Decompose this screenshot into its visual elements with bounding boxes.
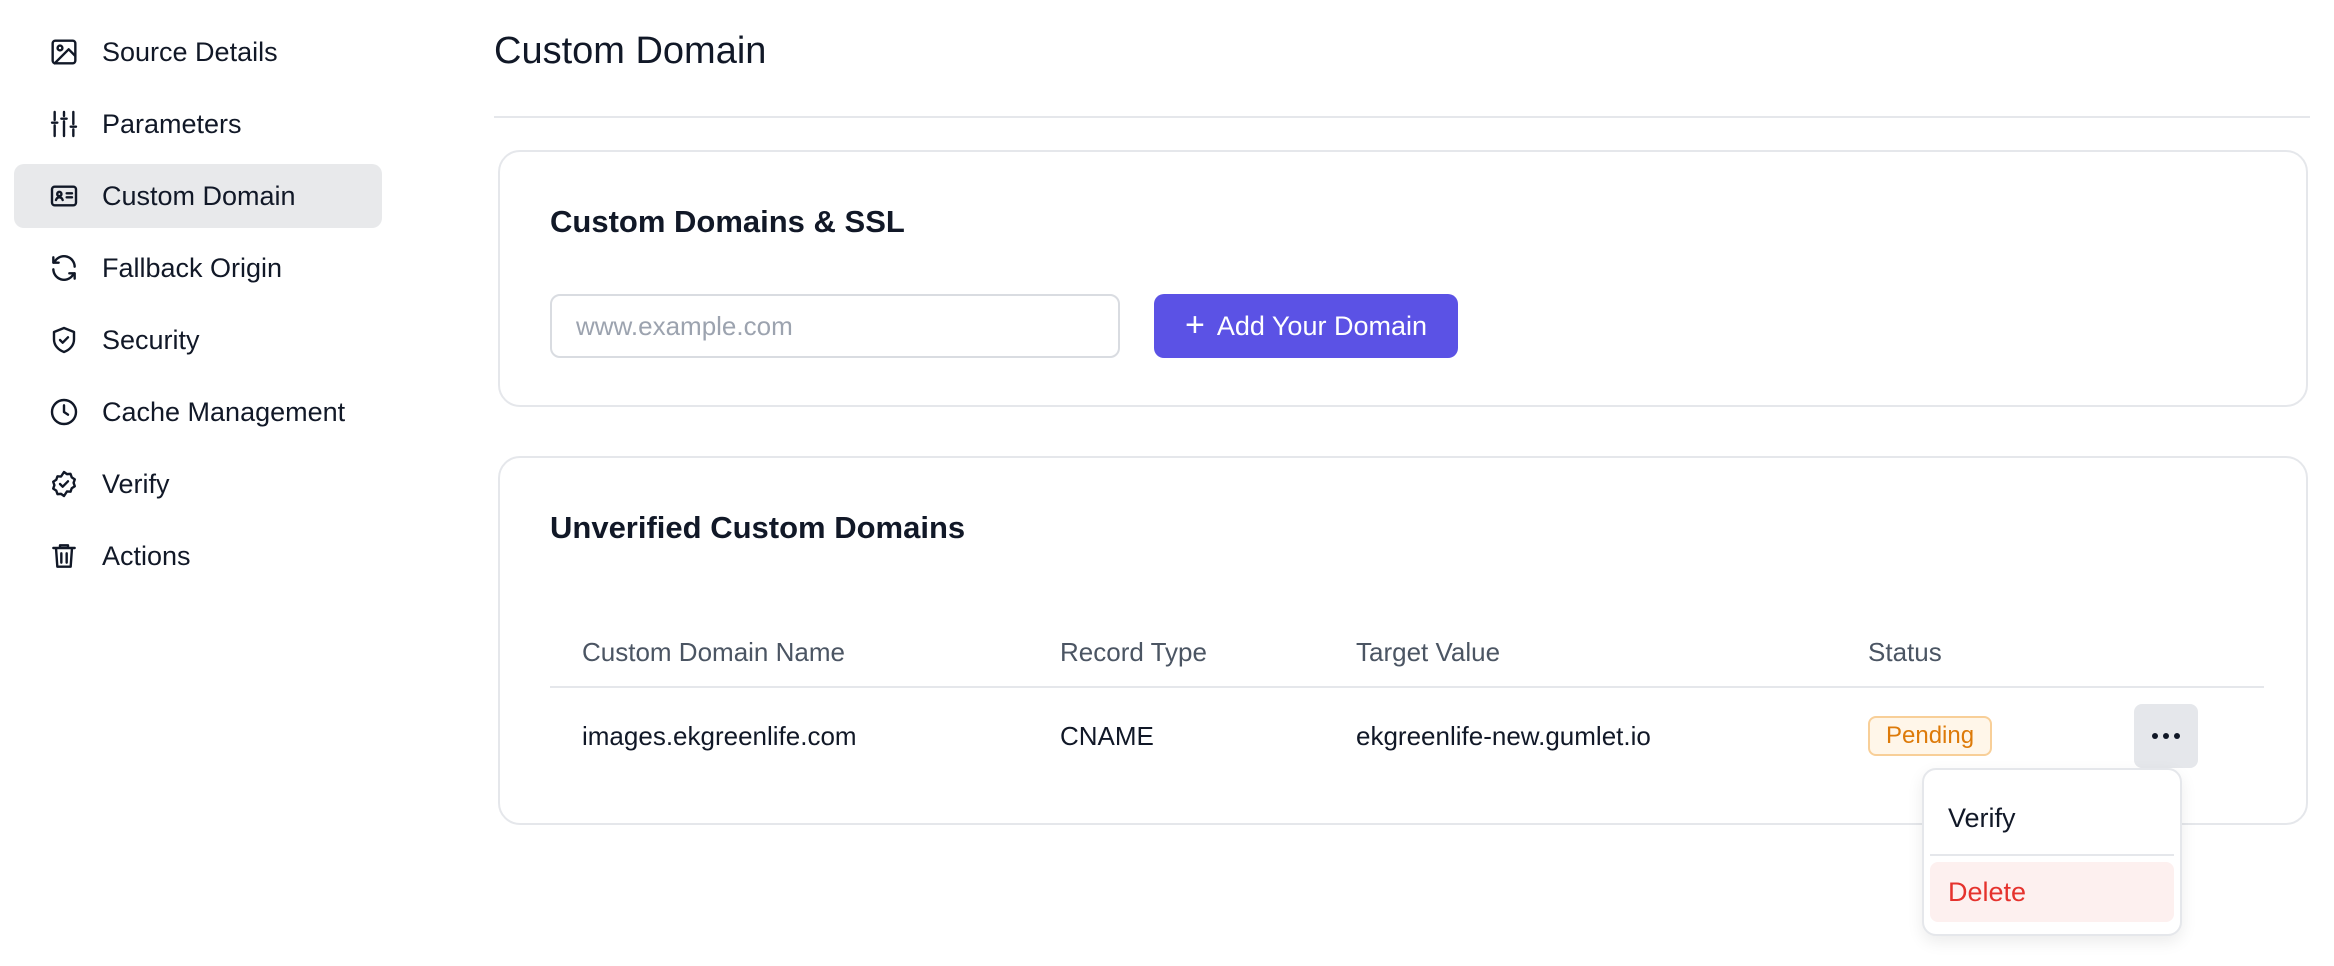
record-type-cell: CNAME xyxy=(1060,720,1154,751)
card-title: Custom Domains & SSL xyxy=(550,204,905,239)
sidebar-item-label: Fallback Origin xyxy=(102,252,283,283)
sidebar-item-label: Security xyxy=(102,324,200,355)
clock-icon xyxy=(47,395,81,429)
sidebar: Source Details Parameters Custom Domain … xyxy=(14,0,382,596)
badge-check-icon xyxy=(47,467,81,501)
plus-icon: + xyxy=(1184,305,1205,344)
sidebar-item-cache-management[interactable]: Cache Management xyxy=(14,380,382,444)
page-title: Custom Domain xyxy=(494,30,767,72)
status-cell: Pending xyxy=(1868,716,1993,756)
row-actions-menu: Verify Delete xyxy=(1922,768,2182,936)
trash-icon xyxy=(47,539,81,573)
add-domain-button-label: Add Your Domain xyxy=(1216,310,1427,341)
column-header-record-type: Record Type xyxy=(1060,636,1207,667)
add-domain-button[interactable]: + Add Your Domain xyxy=(1154,294,1458,358)
refresh-icon xyxy=(47,251,81,285)
sidebar-item-label: Parameters xyxy=(102,108,242,139)
sidebar-item-verify[interactable]: Verify xyxy=(14,452,382,516)
menu-item-delete[interactable]: Delete xyxy=(1930,862,2174,922)
column-header-domain: Custom Domain Name xyxy=(582,636,845,667)
sidebar-item-actions[interactable]: Actions xyxy=(14,524,382,588)
sidebar-item-parameters[interactable]: Parameters xyxy=(14,92,382,156)
status-badge: Pending xyxy=(1868,716,1993,756)
domains-table: Custom Domain Name Record Type Target Va… xyxy=(550,618,2264,784)
id-card-icon xyxy=(47,179,81,213)
sidebar-item-fallback-origin[interactable]: Fallback Origin xyxy=(14,236,382,300)
table-header: Custom Domain Name Record Type Target Va… xyxy=(550,618,2264,688)
column-header-target-value: Target Value xyxy=(1356,636,1501,667)
sidebar-item-label: Actions xyxy=(102,540,191,571)
image-icon xyxy=(47,35,81,69)
sidebar-item-label: Source Details xyxy=(102,36,278,67)
more-horizontal-icon xyxy=(2152,733,2180,739)
shield-check-icon xyxy=(47,323,81,357)
target-value-cell: ekgreenlife-new.gumlet.io xyxy=(1356,720,1651,751)
title-divider xyxy=(494,116,2310,118)
custom-domains-ssl-card: Custom Domains & SSL + Add Your Domain xyxy=(498,150,2308,407)
column-header-status: Status xyxy=(1868,636,1942,667)
card-title: Unverified Custom Domains xyxy=(550,510,966,545)
menu-divider xyxy=(1930,854,2174,856)
sidebar-item-source-details[interactable]: Source Details xyxy=(14,20,382,84)
sidebar-item-custom-domain[interactable]: Custom Domain xyxy=(14,164,382,228)
menu-item-verify[interactable]: Verify xyxy=(1930,784,2174,852)
sidebar-item-label: Verify xyxy=(102,468,170,499)
sliders-icon xyxy=(47,107,81,141)
sidebar-item-label: Cache Management xyxy=(102,396,346,427)
domain-name-cell: images.ekgreenlife.com xyxy=(582,720,857,751)
row-actions-button[interactable] xyxy=(2134,704,2198,768)
sidebar-item-label: Custom Domain xyxy=(102,180,296,211)
domain-input[interactable] xyxy=(550,294,1120,358)
sidebar-item-security[interactable]: Security xyxy=(14,308,382,372)
